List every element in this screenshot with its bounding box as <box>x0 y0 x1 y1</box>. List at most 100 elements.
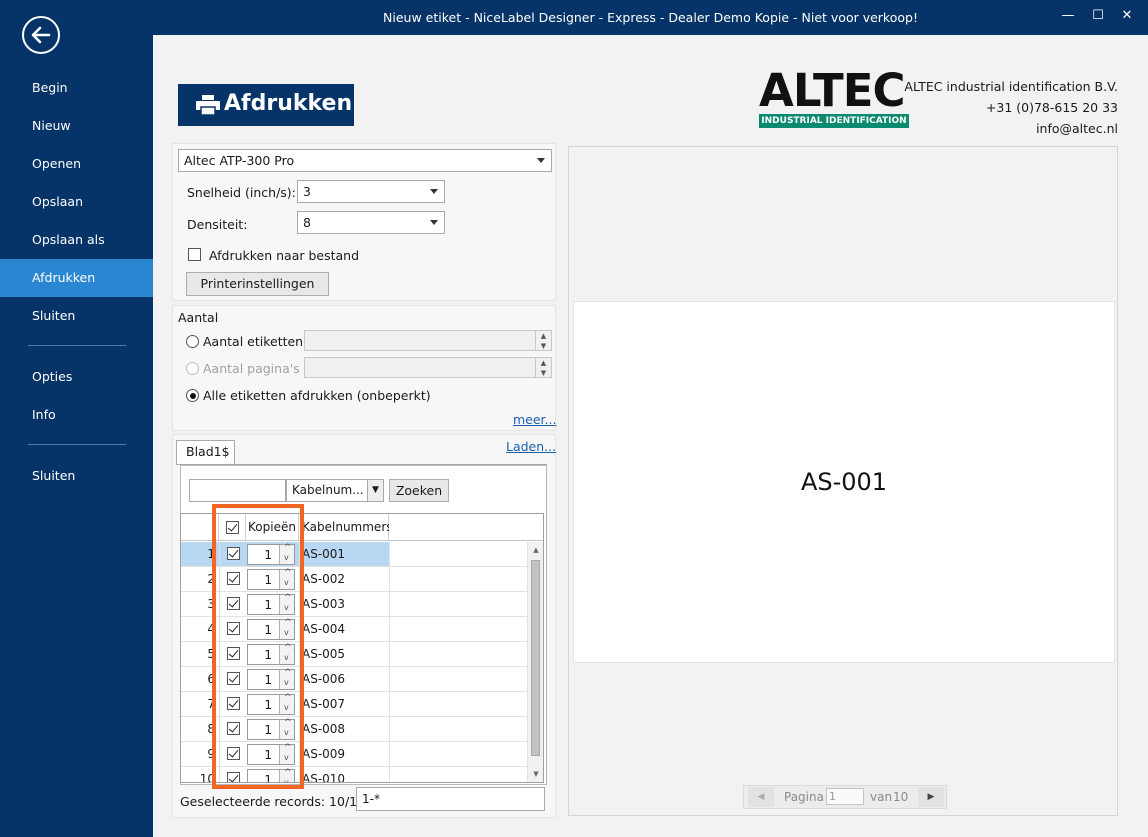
row-checkbox[interactable] <box>227 672 240 685</box>
row-checkbox[interactable] <box>227 597 240 610</box>
table-row[interactable]: 3 1 AS-003 <box>181 592 527 617</box>
labels-count-stepper[interactable]: ▲ ▼ <box>304 330 552 351</box>
maximize-button[interactable]: ☐ <box>1088 8 1108 26</box>
prev-page-icon[interactable]: ◀ <box>748 787 774 807</box>
table-row[interactable]: 9 1 AS-009 <box>181 742 527 767</box>
copies-stepper[interactable]: 1 <box>247 768 295 782</box>
row-number: 4 <box>207 622 215 636</box>
spin-icon[interactable] <box>279 743 294 764</box>
row-checkbox[interactable] <box>227 747 240 760</box>
record-range-input[interactable]: 1-* <box>356 787 545 811</box>
page-number-input[interactable]: 1 <box>826 788 864 805</box>
nav-opslaan-als[interactable]: Opslaan als <box>0 221 153 259</box>
nav-info[interactable]: Info <box>0 396 153 434</box>
grid-line <box>219 767 220 782</box>
back-button[interactable] <box>22 16 60 54</box>
grid-line <box>219 667 220 691</box>
copies-stepper[interactable]: 1 <box>247 743 295 765</box>
table-row[interactable]: 6 1 AS-006 <box>181 667 527 692</box>
search-input[interactable] <box>189 479 286 502</box>
density-select[interactable]: 8 <box>297 211 445 234</box>
tab-blad1[interactable]: Blad1$ <box>176 440 235 464</box>
nav-openen[interactable]: Openen <box>0 145 153 183</box>
row-checkbox[interactable] <box>227 547 240 560</box>
nav-sluiten-document[interactable]: Sluiten <box>0 297 153 335</box>
spin-icon[interactable] <box>279 618 294 639</box>
row-checkbox[interactable] <box>227 647 240 660</box>
table-row[interactable]: 5 1 AS-005 <box>181 642 527 667</box>
spin-icon[interactable] <box>279 668 294 689</box>
nav-opslaan[interactable]: Opslaan <box>0 183 153 221</box>
grid-line <box>389 642 390 666</box>
spin-icon[interactable] <box>279 768 294 782</box>
pages-count-stepper[interactable]: ▲ ▼ <box>304 357 552 378</box>
grid-header-copies[interactable]: Kopieën <box>246 514 299 541</box>
cable-number: AS-002 <box>302 572 346 586</box>
grid-line <box>299 542 300 566</box>
spin-icon[interactable] <box>279 543 294 564</box>
row-checkbox[interactable] <box>227 572 240 585</box>
table-row[interactable]: 4 1 AS-004 <box>181 617 527 642</box>
grid-header-cables[interactable]: Kabelnummers <box>299 514 393 541</box>
next-page-icon[interactable]: ▶ <box>918 787 944 807</box>
minimize-button[interactable]: — <box>1058 8 1078 26</box>
nav-afdrukken[interactable]: Afdrukken <box>0 259 153 297</box>
nav-opties[interactable]: Opties <box>0 358 153 396</box>
copies-stepper[interactable]: 1 <box>247 593 295 615</box>
search-button[interactable]: Zoeken <box>389 479 449 502</box>
spin-up-icon[interactable]: ▲ <box>535 358 551 368</box>
nav-sluiten-app[interactable]: Sluiten <box>0 457 153 495</box>
copies-stepper[interactable]: 1 <box>247 618 295 640</box>
print-to-file-checkbox[interactable] <box>188 248 201 261</box>
spin-icon[interactable] <box>279 718 294 739</box>
spin-icon[interactable] <box>279 643 294 664</box>
quantity-section-label: Aantal <box>178 310 219 325</box>
grid-line <box>299 742 300 766</box>
page-total: 10 <box>893 790 909 804</box>
row-checkbox[interactable] <box>227 772 240 782</box>
copies-stepper[interactable]: 1 <box>247 643 295 665</box>
spin-icon[interactable] <box>279 693 294 714</box>
speed-select[interactable]: 3 <box>297 180 445 203</box>
radio-print-all[interactable] <box>186 389 199 402</box>
copies-stepper[interactable]: 1 <box>247 543 295 565</box>
spin-up-icon[interactable]: ▲ <box>535 331 551 341</box>
scroll-thumb[interactable] <box>531 560 540 756</box>
radio-number-of-pages[interactable] <box>186 362 199 375</box>
table-row[interactable]: 8 1 AS-008 <box>181 717 527 742</box>
printer-panel: Altec ATP-300 Pro Snelheid (inch/s): 3 D… <box>172 143 556 301</box>
table-row[interactable]: 7 1 AS-007 <box>181 692 527 717</box>
copies-stepper[interactable]: 1 <box>247 718 295 740</box>
row-checkbox[interactable] <box>227 697 240 710</box>
altec-logo: ALTEC INDUSTRIAL IDENTIFICATION <box>759 64 909 129</box>
spin-down-icon[interactable]: ▼ <box>535 341 551 351</box>
table-row[interactable]: 2 1 AS-002 <box>181 567 527 592</box>
table-row[interactable]: 1 1 AS-001 <box>181 542 527 567</box>
search-field-select[interactable]: Kabelnum... ▼ <box>286 479 384 502</box>
radio-number-of-labels[interactable] <box>186 335 199 348</box>
spin-icon[interactable] <box>279 593 294 614</box>
speed-label: Snelheid (inch/s): <box>187 185 296 200</box>
spin-icon[interactable] <box>279 568 294 589</box>
nav-begin[interactable]: Begin <box>0 69 153 107</box>
nav-nieuw[interactable]: Nieuw <box>0 107 153 145</box>
printer-select[interactable]: Altec ATP-300 Pro <box>178 149 552 172</box>
row-checkbox[interactable] <box>227 622 240 635</box>
copies-stepper[interactable]: 1 <box>247 693 295 715</box>
printer-settings-button[interactable]: Printerinstellingen <box>186 272 329 296</box>
close-button[interactable]: ✕ <box>1117 8 1137 26</box>
scroll-up-icon[interactable]: ▲ <box>528 542 543 558</box>
load-link[interactable]: Laden... <box>506 439 556 454</box>
select-all-checkbox[interactable] <box>226 521 239 534</box>
copies-stepper[interactable]: 1 <box>247 668 295 690</box>
grid-line <box>389 767 390 782</box>
scroll-down-icon[interactable]: ▼ <box>528 766 543 782</box>
grid-scrollbar[interactable]: ▲ ▼ <box>527 542 543 782</box>
copies-value: 1 <box>264 673 272 687</box>
copies-stepper[interactable]: 1 <box>247 568 295 590</box>
more-link[interactable]: meer... <box>513 412 556 427</box>
spin-down-icon[interactable]: ▼ <box>535 368 551 378</box>
printer-icon <box>196 95 220 115</box>
table-row[interactable]: 10 1 AS-010 <box>181 767 527 782</box>
row-checkbox[interactable] <box>227 722 240 735</box>
